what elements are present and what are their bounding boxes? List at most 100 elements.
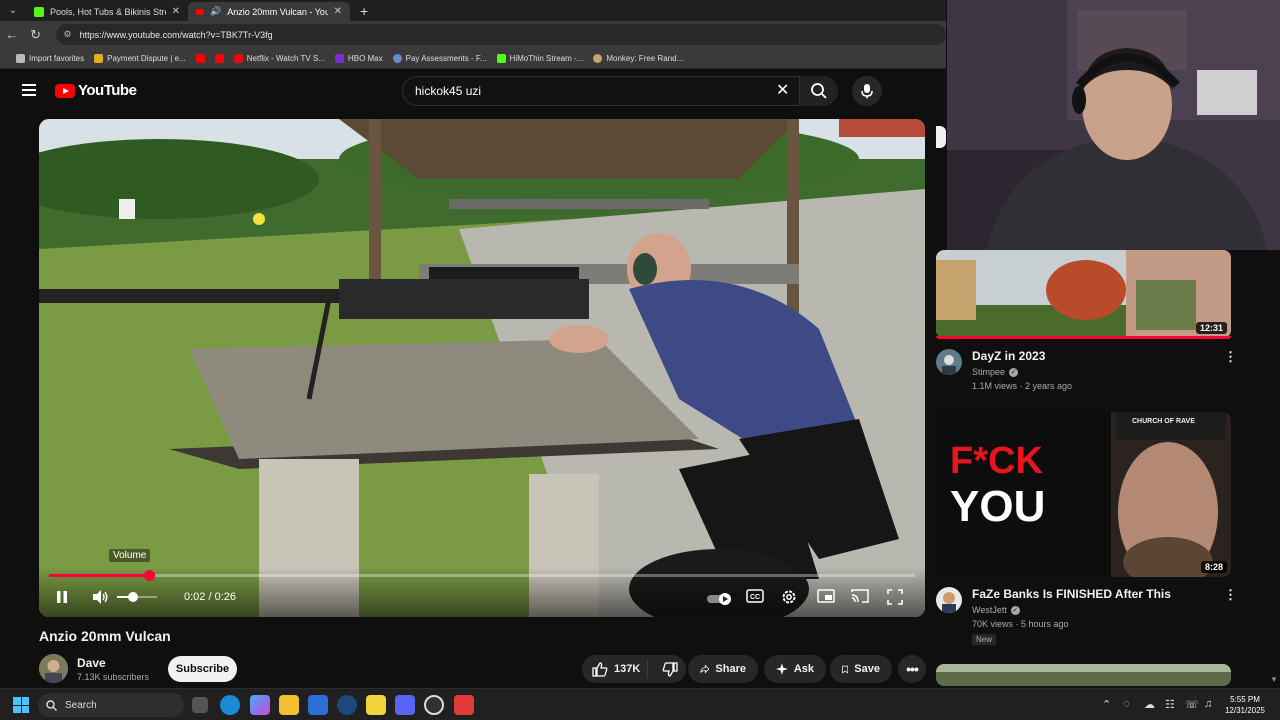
bookmark-label: Pay Assessments - F... (405, 53, 487, 63)
kick-icon (496, 53, 506, 63)
fullscreen-button[interactable] (887, 589, 903, 608)
subtitles-button[interactable]: CC (746, 589, 764, 606)
avatar[interactable] (936, 587, 962, 613)
channel-name[interactable]: Dave (77, 656, 106, 670)
menu-icon[interactable] (22, 84, 36, 96)
dislike-button[interactable] (654, 661, 686, 677)
autoplay-icon (707, 593, 731, 605)
scroll-down-icon[interactable]: ▼ (1270, 675, 1278, 684)
channel-label: WestJett (972, 605, 1007, 615)
obs-icon[interactable] (424, 695, 444, 715)
cloud-icon[interactable]: ☁ (1144, 698, 1155, 711)
bookmark-hbo[interactable]: HBO Max (334, 53, 383, 63)
bookmark-payment[interactable]: Payment Dispute | e... (94, 53, 186, 63)
app-tray-icon[interactable]: ◌ (1123, 698, 1130, 710)
more-options-icon[interactable]: ⋮ (1224, 588, 1237, 601)
cast-button[interactable] (851, 589, 869, 606)
volume-slider[interactable] (117, 592, 157, 602)
bookmark-label: HiMoThin Stream -... (509, 53, 584, 63)
video-duration: 8:28 (1200, 561, 1227, 573)
tab-list-icon[interactable]: ⌄ (0, 5, 26, 16)
thumbnail-text-1: F*CK (950, 440, 1043, 482)
bookmark-import[interactable]: Import favorites (16, 53, 84, 63)
bookmark-pay-assessments[interactable]: Pay Assessments - F... (392, 53, 487, 63)
progress-bar[interactable] (49, 570, 915, 581)
bookmark-youtube-2[interactable] (214, 53, 224, 63)
system-clock[interactable]: 5:55 PM 12/31/2025 (1222, 694, 1268, 716)
snipping-tool-icon[interactable] (454, 695, 474, 715)
subscribe-button[interactable]: Subscribe (168, 656, 237, 682)
video-thumbnail[interactable] (936, 664, 1231, 686)
search-icon (46, 699, 57, 711)
video-player[interactable]: Volume 0:02 / 0:26 CC (39, 119, 925, 617)
site-info-icon[interactable]: ⚙ (64, 29, 72, 40)
bookmark-himothin[interactable]: HiMoThin Stream -... (496, 53, 584, 63)
back-icon[interactable]: ← (0, 27, 24, 42)
video-thumbnail[interactable]: F*CK YOU CHURCH OF RAVE 8:28 (936, 412, 1231, 577)
monkey-icon (593, 53, 603, 63)
task-view-icon[interactable] (192, 697, 208, 713)
avatar[interactable] (39, 654, 68, 683)
network-icon[interactable]: ☷ (1165, 698, 1175, 711)
scrubber-handle[interactable] (143, 570, 155, 581)
tab-youtube-video[interactable]: 🔊 Anzio 20mm Vulcan - YouTube ✕ (188, 2, 350, 21)
pause-button[interactable] (55, 589, 69, 608)
clear-search-icon[interactable]: ✕ (776, 80, 789, 100)
microphone-icon[interactable]: ☏ (1185, 698, 1199, 711)
recommendation-meta: 70K views · 5 hours ago (972, 619, 1069, 629)
close-tab-icon[interactable]: ✕ (172, 6, 180, 17)
recommendation-channel[interactable]: WestJett ✓ (972, 605, 1020, 615)
windows-start-icon[interactable] (13, 697, 29, 713)
logo-text: YouTube (78, 82, 137, 99)
bookmark-monkey[interactable]: Monkey: Free Rand... (593, 53, 683, 63)
new-tab-icon[interactable]: + (360, 3, 368, 19)
more-actions-button[interactable]: ••• (898, 655, 926, 683)
recommendation-title[interactable]: FaZe Banks Is FINISHED After This (972, 587, 1171, 601)
volume-knob[interactable] (128, 592, 138, 602)
tab-pools-stream[interactable]: Pools, Hot Tubs & Bikinis Stream ✕ (26, 2, 188, 21)
tab-title: Anzio 20mm Vulcan - YouTube (227, 6, 328, 17)
miniplayer-button[interactable] (817, 589, 835, 606)
volume-icon (93, 590, 108, 604)
youtube-logo[interactable]: YouTube (55, 82, 137, 99)
search-input[interactable]: hickok45 uzi (402, 76, 800, 106)
progress-played (49, 574, 149, 577)
share-button[interactable]: Share (688, 655, 758, 683)
avatar[interactable] (936, 349, 962, 375)
more-options-icon[interactable]: ⋮ (1224, 350, 1237, 363)
sticky-notes-icon[interactable] (366, 695, 386, 715)
discord-icon[interactable] (395, 695, 415, 715)
like-button[interactable]: 137K (582, 660, 648, 678)
ask-button[interactable]: Ask (764, 655, 826, 683)
autoplay-toggle[interactable] (707, 592, 733, 608)
copilot-icon[interactable] (250, 695, 270, 715)
microsoft-store-icon[interactable] (308, 695, 328, 715)
file-explorer-icon[interactable] (279, 695, 299, 715)
chevron-up-icon[interactable]: ⌃ (1102, 698, 1111, 711)
steam-icon[interactable] (337, 695, 357, 715)
verified-icon: ✓ (1009, 367, 1019, 377)
reload-icon[interactable]: ↻ (24, 27, 48, 43)
thumbnail-image (936, 664, 1231, 686)
close-tab-icon[interactable]: ✕ (334, 6, 342, 17)
svg-text:CC: CC (750, 594, 760, 601)
bookmark-netflix[interactable]: Netflix - Watch TV S... (233, 53, 325, 63)
speaker-icon[interactable]: ♫ (1204, 698, 1212, 710)
speaker-icon[interactable]: 🔊 (210, 6, 221, 17)
video-frame (39, 119, 925, 617)
recommendation-title[interactable]: DayZ in 2023 (972, 349, 1045, 363)
search-button[interactable] (800, 76, 838, 106)
video-thumbnail[interactable]: 12:31 (936, 250, 1231, 338)
recommendation-channel[interactable]: Stimpee ✓ (972, 367, 1019, 377)
bookmark-icon (842, 665, 849, 674)
sidebar-chip[interactable] (936, 126, 946, 148)
address-bar[interactable]: ⚙ https://www.youtube.com/watch?v=TBK7Tr… (55, 24, 947, 45)
save-button[interactable]: Save (830, 655, 892, 683)
taskbar-search[interactable]: Search (38, 693, 184, 717)
edge-icon[interactable] (220, 695, 240, 715)
bookmark-youtube-1[interactable] (195, 53, 205, 63)
voice-search-button[interactable] (852, 76, 882, 106)
watched-progress (936, 336, 1231, 339)
mute-button[interactable] (91, 589, 109, 608)
settings-button[interactable] (781, 589, 797, 608)
